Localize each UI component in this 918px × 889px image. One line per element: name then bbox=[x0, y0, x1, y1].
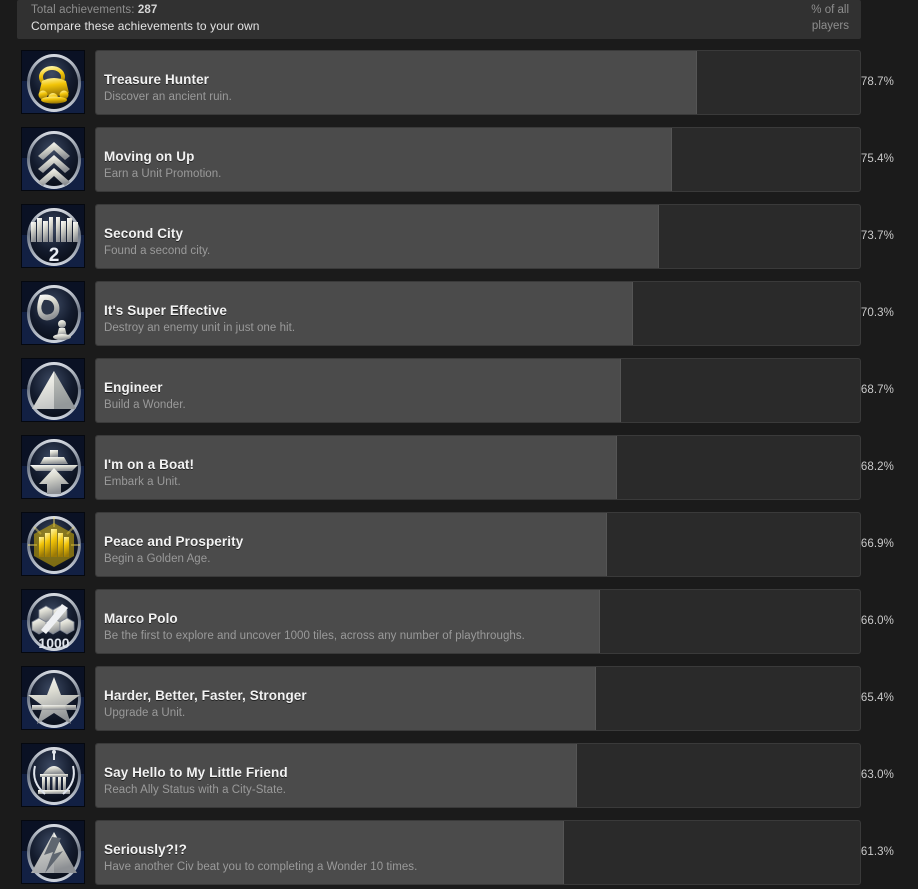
achievement-title: Engineer bbox=[104, 380, 163, 395]
header-left-group: Total achievements: 287 Compare these ac… bbox=[31, 2, 260, 35]
total-achievements-label: Total achievements: bbox=[31, 4, 135, 16]
achievement-progress-bar: Moving on Up Earn a Unit Promotion. bbox=[95, 127, 861, 192]
achievement-list: Treasure Hunter Discover an ancient ruin.… bbox=[0, 50, 918, 889]
achievement-percent: 75.4% bbox=[860, 153, 894, 165]
achievement-description: Build a Wonder. bbox=[104, 399, 186, 411]
achievement-progress-bar: It's Super Effective Destroy an enemy uni… bbox=[95, 281, 861, 346]
percent-column-label-line2: players bbox=[811, 20, 849, 32]
achievement-percent: 61.3% bbox=[860, 846, 894, 858]
achievement-progress-bar: Seriously?!? Have another Civ beat you to… bbox=[95, 820, 861, 885]
achievement-text-group: Say Hello to My Little Friend Reach Ally … bbox=[104, 764, 288, 798]
achievement-row[interactable]: Treasure Hunter Discover an ancient ruin.… bbox=[0, 50, 918, 127]
pyramid-crack-icon bbox=[21, 820, 85, 884]
achievement-row[interactable]: Say Hello to My Little Friend Reach Ally … bbox=[0, 743, 918, 820]
achievement-text-group: Moving on Up Earn a Unit Promotion. bbox=[104, 148, 221, 182]
achievement-title: Peace and Prosperity bbox=[104, 534, 244, 549]
achievement-description: Be the first to explore and uncover 1000… bbox=[104, 630, 525, 642]
achievement-title: It's Super Effective bbox=[104, 303, 227, 318]
achievement-progress-bar: Second City Found a second city. bbox=[95, 204, 861, 269]
header-right-group: % of all players bbox=[811, 2, 849, 34]
achievement-description: Earn a Unit Promotion. bbox=[104, 168, 222, 180]
achievement-row[interactable]: It's Super Effective Destroy an enemy uni… bbox=[0, 281, 918, 358]
achievement-description: Have another Civ beat you to completing … bbox=[104, 861, 418, 873]
achievement-percent: 70.3% bbox=[860, 307, 894, 319]
achievement-description: Begin a Golden Age. bbox=[104, 553, 211, 565]
chevrons-icon bbox=[21, 127, 85, 191]
boot-stomp-icon bbox=[21, 281, 85, 345]
total-achievements-line: Total achievements: 287 bbox=[31, 2, 260, 18]
capitol-laurel-icon bbox=[21, 743, 85, 807]
achievement-description: Upgrade a Unit. bbox=[104, 707, 186, 719]
achievement-title: Marco Polo bbox=[104, 611, 178, 626]
svg-text:1000: 1000 bbox=[38, 635, 69, 651]
achievement-description: Discover an ancient ruin. bbox=[104, 91, 232, 103]
achievement-row[interactable]: Moving on Up Earn a Unit Promotion. 75.4% bbox=[0, 127, 918, 204]
hex-tiles-1000-icon: 1000 bbox=[21, 589, 85, 653]
achievement-percent: 66.9% bbox=[860, 538, 894, 550]
achievement-percent: 66.0% bbox=[860, 615, 894, 627]
achievement-text-group: Treasure Hunter Discover an ancient ruin. bbox=[104, 71, 232, 105]
achievement-row[interactable]: Harder, Better, Faster, Stronger Upgrade … bbox=[0, 666, 918, 743]
achievement-progress-bar: Engineer Build a Wonder. bbox=[95, 358, 861, 423]
achievement-description: Found a second city. bbox=[104, 245, 211, 257]
achievement-row[interactable]: Seriously?!? Have another Civ beat you to… bbox=[0, 820, 918, 889]
achievement-progress-bar: Say Hello to My Little Friend Reach Ally … bbox=[95, 743, 861, 808]
pyramid-icon bbox=[21, 358, 85, 422]
total-achievements-count: 287 bbox=[137, 4, 158, 16]
achievement-title: Say Hello to My Little Friend bbox=[104, 765, 288, 780]
achievement-description: Destroy an enemy unit in just one hit. bbox=[104, 322, 296, 334]
city-two-icon: 2 bbox=[21, 204, 85, 268]
achievement-text-group: Second City Found a second city. bbox=[104, 225, 210, 259]
golden-city-icon bbox=[21, 512, 85, 576]
achievement-percent: 68.2% bbox=[860, 461, 894, 473]
achievements-page: Total achievements: 287 Compare these ac… bbox=[0, 0, 918, 889]
achievement-text-group: Engineer Build a Wonder. bbox=[104, 379, 186, 413]
achievement-progress-bar: Harder, Better, Faster, Stronger Upgrade … bbox=[95, 666, 861, 731]
compare-achievements-link[interactable]: Compare these achievements to your own bbox=[31, 18, 260, 35]
achievement-description: Embark a Unit. bbox=[104, 476, 181, 488]
achievement-row[interactable]: 1000 Marco Polo Be the first to explore an… bbox=[0, 589, 918, 666]
achievement-title: Seriously?!? bbox=[104, 842, 187, 857]
achievement-text-group: It's Super Effective Destroy an enemy uni… bbox=[104, 302, 295, 336]
achievement-text-group: Harder, Better, Faster, Stronger Upgrade … bbox=[104, 687, 307, 721]
achievement-title: Treasure Hunter bbox=[104, 72, 210, 87]
achievement-progress-bar: Treasure Hunter Discover an ancient ruin. bbox=[95, 50, 861, 115]
achievement-percent: 78.7% bbox=[860, 76, 894, 88]
achievement-row[interactable]: I'm on a Boat! Embark a Unit. 68.2% bbox=[0, 435, 918, 512]
achievement-text-group: Seriously?!? Have another Civ beat you to… bbox=[104, 841, 417, 875]
achievement-percent: 63.0% bbox=[860, 769, 894, 781]
achievement-percent: 68.7% bbox=[860, 384, 894, 396]
achievement-progress-bar: Peace and Prosperity Begin a Golden Age. bbox=[95, 512, 861, 577]
boat-arrow-icon bbox=[21, 435, 85, 499]
achievement-progress-bar: I'm on a Boat! Embark a Unit. bbox=[95, 435, 861, 500]
achievement-text-group: Peace and Prosperity Begin a Golden Age. bbox=[104, 533, 243, 567]
percent-column-label-line1: % of all bbox=[811, 4, 849, 16]
svg-text:2: 2 bbox=[49, 245, 60, 266]
star-upgrade-icon bbox=[21, 666, 85, 730]
achievements-header: Total achievements: 287 Compare these ac… bbox=[17, 0, 861, 39]
achievement-title: Second City bbox=[104, 226, 184, 241]
achievement-text-group: Marco Polo Be the first to explore and un… bbox=[104, 610, 525, 644]
achievement-title: I'm on a Boat! bbox=[104, 457, 195, 472]
achievement-row[interactable]: Peace and Prosperity Begin a Golden Age. 6… bbox=[0, 512, 918, 589]
achievement-row[interactable]: Engineer Build a Wonder. 68.7% bbox=[0, 358, 918, 435]
achievement-title: Harder, Better, Faster, Stronger bbox=[104, 688, 307, 703]
achievement-text-group: I'm on a Boat! Embark a Unit. bbox=[104, 456, 194, 490]
achievement-percent: 65.4% bbox=[860, 692, 894, 704]
achievement-percent: 73.7% bbox=[860, 230, 894, 242]
achievement-row[interactable]: 2 Second City Found a second city. 73.7% bbox=[0, 204, 918, 281]
gold-treasure-icon bbox=[21, 50, 85, 114]
achievement-title: Moving on Up bbox=[104, 149, 195, 164]
achievement-description: Reach Ally Status with a City-State. bbox=[104, 784, 287, 796]
achievement-progress-bar: Marco Polo Be the first to explore and un… bbox=[95, 589, 861, 654]
